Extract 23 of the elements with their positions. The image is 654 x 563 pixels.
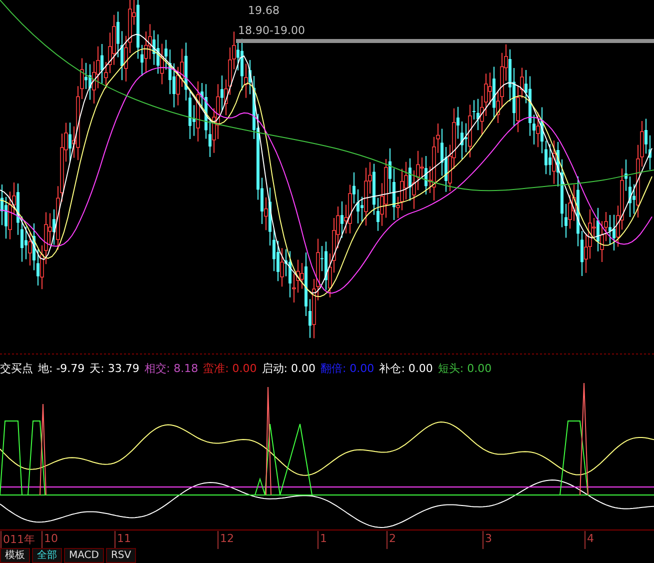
price-label: 18.90-19.00 [238,24,305,37]
indicator-value: 蛮准: 0.00 [203,360,257,376]
indicator-tab[interactable]: RSV [106,548,136,563]
axis-label: 3 [485,532,492,545]
indicator-value: 补仓: 0.00 [379,360,433,376]
indicator-value: 启动: 0.00 [262,360,316,376]
axis-label: 10 [44,532,58,545]
price-label: 19.68 [248,4,280,17]
indicator-tab[interactable]: MACD [64,548,104,563]
axis-label: 011年 [3,532,35,547]
indicator-tab[interactable]: 模板 [0,548,30,563]
axis-label: 4 [587,532,594,545]
indicator-value: 短头: 0.00 [438,360,492,376]
indicator-value: 相交: 8.18 [144,360,198,376]
indicator-tab[interactable]: 全部 [32,548,62,563]
axis-label: 12 [220,532,234,545]
indicator-name: 交买点 [0,360,33,376]
axis-label: 11 [117,532,131,545]
axis-label: 2 [389,532,396,545]
indicator-value: 翻倍: 0.00 [320,360,374,376]
indicator-value: 地: -9.79 [38,360,85,376]
indicator-value: 天: 33.79 [90,360,140,376]
axis-label: 1 [320,532,327,545]
